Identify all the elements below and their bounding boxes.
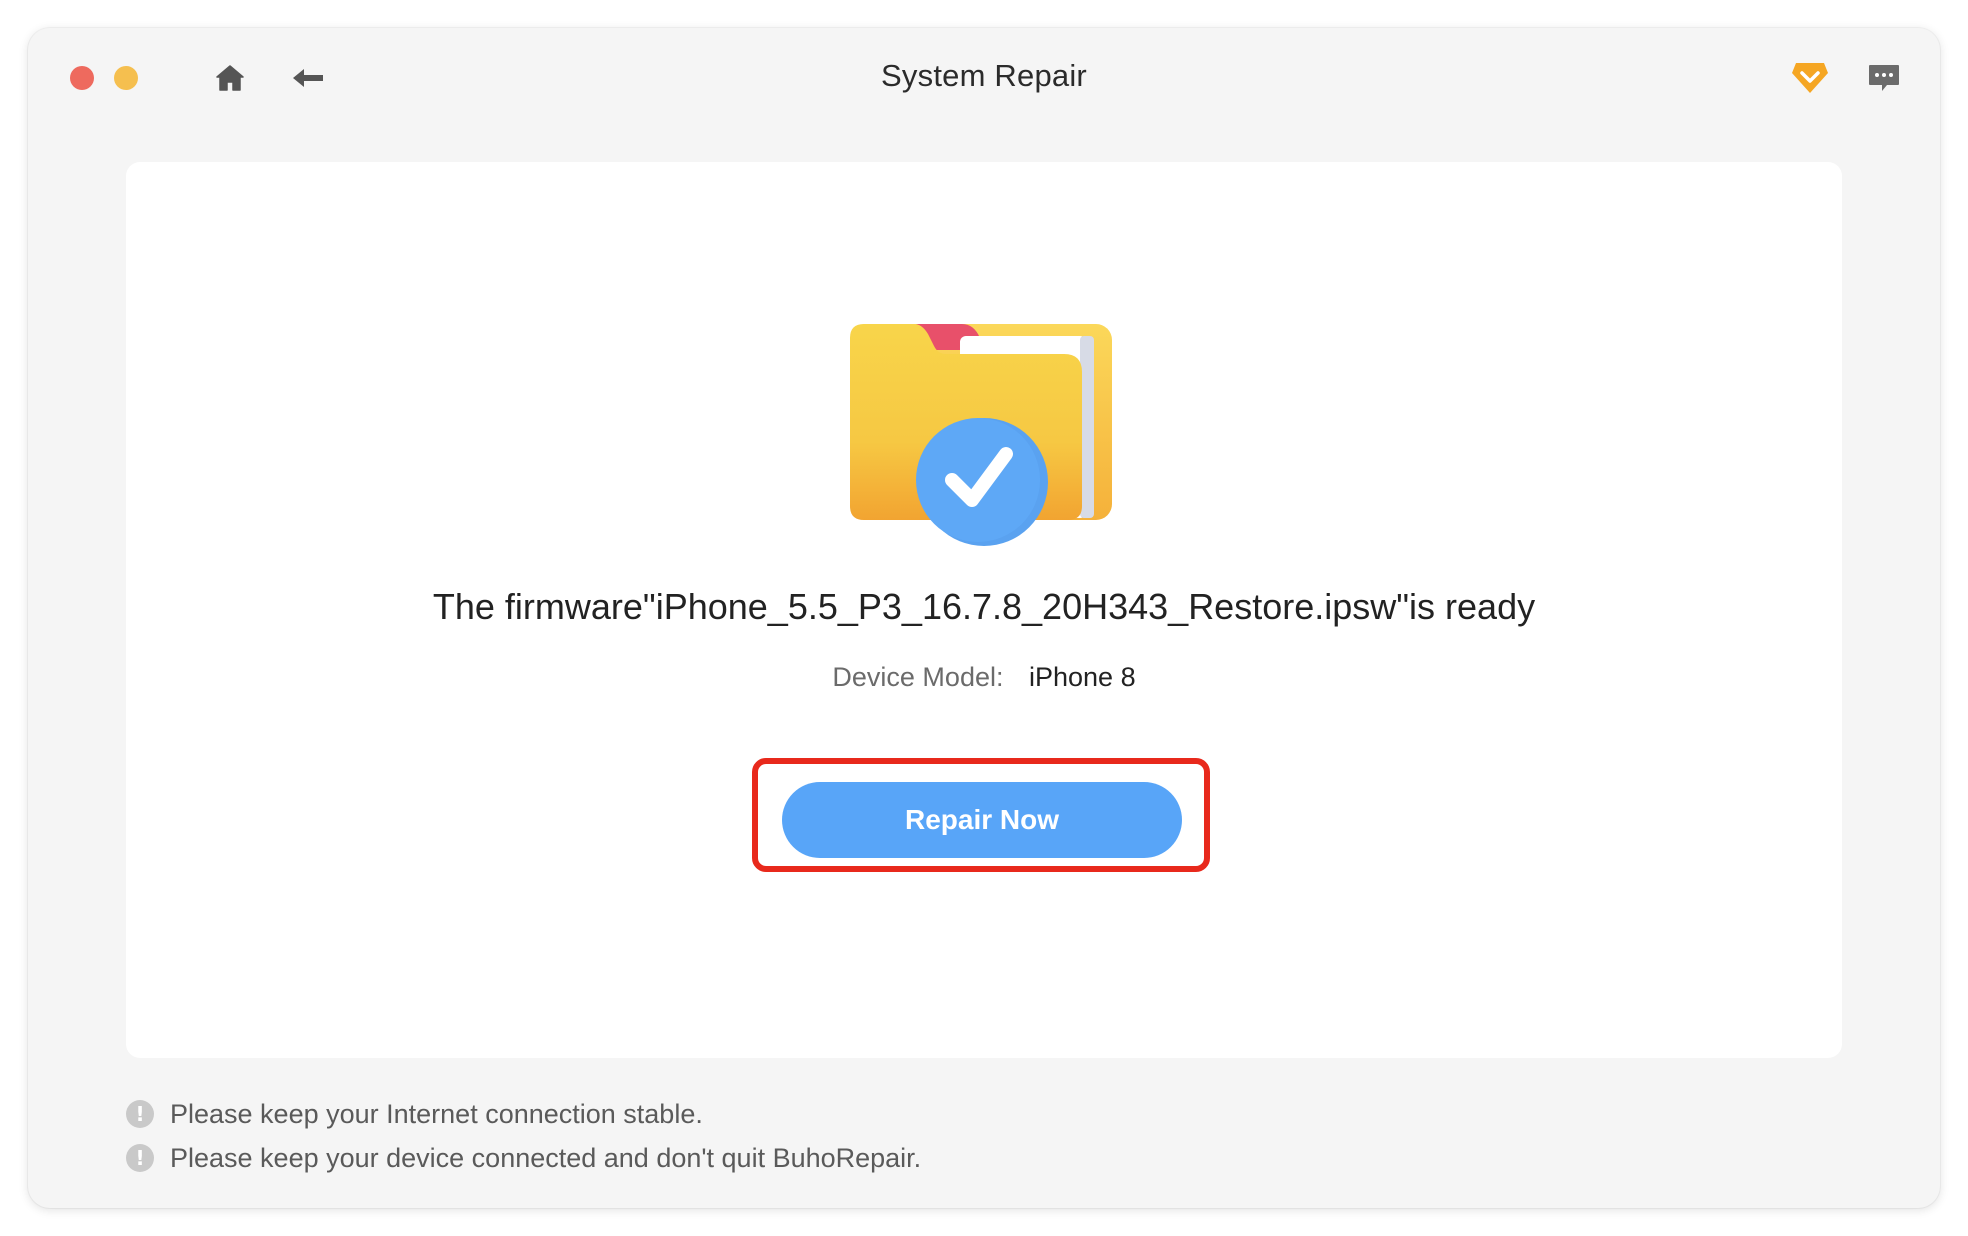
firmware-ready-message: The firmware"iPhone_5.5_P3_16.7.8_20H343… (432, 586, 1536, 627)
note-item: ! Please keep your device connected and … (126, 1136, 921, 1180)
note-text: Please keep your Internet connection sta… (170, 1098, 703, 1129)
exclamation-icon: ! (126, 1144, 154, 1172)
chat-bubble-icon[interactable] (1864, 58, 1904, 98)
device-model-row: Device Model: iPhone 8 (126, 662, 1842, 693)
note-text: Please keep your device connected and do… (170, 1142, 922, 1173)
diamond-icon[interactable] (1790, 58, 1830, 98)
title-bar: System Repair (28, 28, 1940, 128)
repair-now-button[interactable]: Repair Now (782, 782, 1182, 858)
exclamation-icon: ! (126, 1100, 154, 1128)
device-model-label: Device Model: (832, 662, 1004, 692)
app-window: System Repair The firmware"iPhone_5.5_P3… (28, 28, 1940, 1208)
notes-list: ! Please keep your Internet connection s… (126, 1092, 921, 1180)
main-card: The firmware"iPhone_5.5_P3_16.7.8_20H343… (126, 162, 1842, 1058)
note-item: ! Please keep your Internet connection s… (126, 1092, 921, 1136)
device-model-value: iPhone 8 (1029, 662, 1136, 692)
folder-check-icon (850, 324, 1114, 546)
window-title: System Repair (881, 58, 1087, 93)
